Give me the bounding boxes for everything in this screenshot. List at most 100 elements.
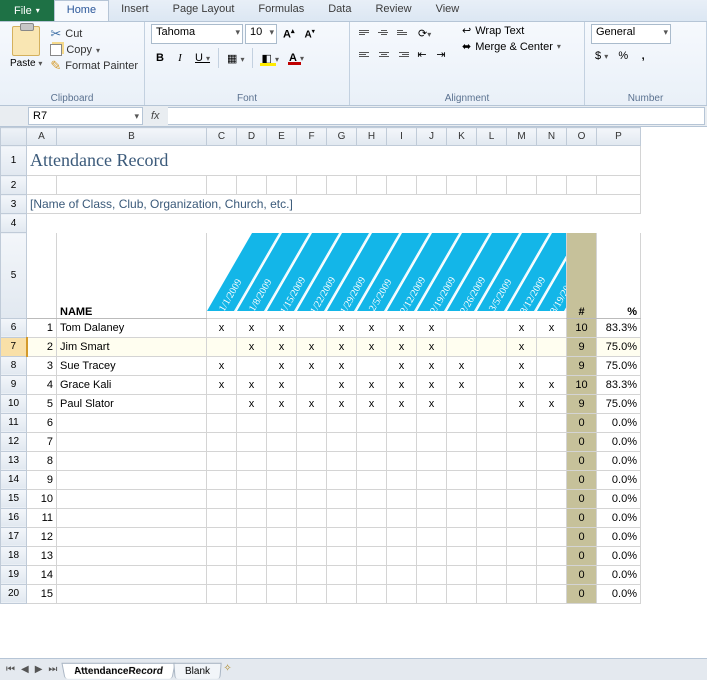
row-number[interactable]: 14 (27, 565, 57, 584)
cut-button[interactable]: ✂Cut (50, 26, 138, 42)
attendance-mark[interactable] (537, 356, 567, 375)
attendance-pct[interactable]: 0.0% (597, 508, 641, 527)
attendance-mark[interactable] (537, 432, 567, 451)
attendance-mark[interactable] (357, 584, 387, 603)
col-header[interactable]: P (597, 128, 641, 146)
attendance-mark[interactable]: x (507, 394, 537, 413)
attendance-mark[interactable] (297, 413, 327, 432)
attendance-count[interactable]: 0 (567, 489, 597, 508)
attendance-mark[interactable] (267, 451, 297, 470)
attendance-pct[interactable]: 0.0% (597, 432, 641, 451)
font-size-select[interactable]: 10 (245, 24, 277, 44)
attendance-mark[interactable]: x (207, 318, 237, 337)
attendance-count[interactable]: 9 (567, 394, 597, 413)
attendance-mark[interactable] (237, 565, 267, 584)
attendance-mark[interactable] (507, 508, 537, 527)
attendance-mark[interactable]: x (537, 375, 567, 394)
attendance-mark[interactable]: x (237, 375, 267, 394)
cell[interactable] (327, 214, 357, 233)
attendance-pct[interactable]: 0.0% (597, 489, 641, 508)
attendance-mark[interactable] (267, 527, 297, 546)
attendance-mark[interactable] (477, 565, 507, 584)
font-color-button[interactable]: A ▾ (285, 50, 308, 66)
attendance-mark[interactable]: x (417, 337, 447, 356)
attendance-mark[interactable] (297, 318, 327, 337)
row-header[interactable]: 11 (1, 413, 27, 432)
attendance-mark[interactable] (267, 432, 297, 451)
attendance-mark[interactable] (207, 470, 237, 489)
attendance-mark[interactable] (297, 451, 327, 470)
attendance-mark[interactable] (447, 527, 477, 546)
attendance-mark[interactable] (357, 413, 387, 432)
align-left-button[interactable] (356, 46, 374, 62)
tab-data[interactable]: Data (316, 0, 363, 21)
row-number[interactable]: 11 (27, 508, 57, 527)
attendance-mark[interactable] (387, 584, 417, 603)
attendance-mark[interactable] (507, 527, 537, 546)
attendance-mark[interactable]: x (357, 337, 387, 356)
attendance-mark[interactable] (477, 489, 507, 508)
cell[interactable] (237, 214, 267, 233)
attendance-mark[interactable] (537, 508, 567, 527)
col-header[interactable]: J (417, 128, 447, 146)
cell[interactable] (447, 214, 477, 233)
attendance-mark[interactable] (207, 546, 237, 565)
attendance-mark[interactable] (447, 470, 477, 489)
cell[interactable] (387, 176, 417, 195)
attendance-mark[interactable]: x (357, 375, 387, 394)
attendance-mark[interactable]: x (267, 337, 297, 356)
attendance-mark[interactable] (537, 470, 567, 489)
attendance-mark[interactable] (387, 565, 417, 584)
attendance-pct[interactable]: 75.0% (597, 337, 641, 356)
person-name[interactable] (57, 508, 207, 527)
col-header[interactable]: K (447, 128, 477, 146)
attendance-mark[interactable]: x (537, 318, 567, 337)
attendance-mark[interactable] (237, 508, 267, 527)
attendance-mark[interactable] (267, 489, 297, 508)
attendance-count[interactable]: 0 (567, 451, 597, 470)
sheet-tab-active[interactable]: AttendanceRecord (62, 662, 176, 678)
attendance-mark[interactable]: x (507, 337, 537, 356)
attendance-mark[interactable] (237, 470, 267, 489)
attendance-mark[interactable]: x (207, 375, 237, 394)
attendance-mark[interactable] (537, 527, 567, 546)
attendance-mark[interactable] (327, 546, 357, 565)
attendance-mark[interactable] (297, 470, 327, 489)
attendance-mark[interactable]: x (387, 356, 417, 375)
attendance-mark[interactable] (297, 527, 327, 546)
row-number[interactable]: 8 (27, 451, 57, 470)
cell[interactable] (537, 176, 567, 195)
attendance-mark[interactable] (237, 356, 267, 375)
underline-button[interactable]: U ▾ (191, 50, 214, 66)
align-top-button[interactable] (356, 24, 374, 40)
attendance-mark[interactable] (267, 565, 297, 584)
attendance-mark[interactable] (327, 584, 357, 603)
attendance-mark[interactable] (207, 451, 237, 470)
attendance-mark[interactable] (477, 508, 507, 527)
row-header[interactable]: 5 (1, 233, 27, 319)
pct-header[interactable]: % (597, 233, 641, 319)
tab-formulas[interactable]: Formulas (246, 0, 316, 21)
align-bottom-button[interactable] (394, 24, 412, 40)
col-header[interactable]: N (537, 128, 567, 146)
name-header[interactable]: NAME (57, 233, 207, 319)
attendance-mark[interactable] (537, 584, 567, 603)
attendance-mark[interactable] (387, 546, 417, 565)
attendance-mark[interactable] (447, 546, 477, 565)
row-number[interactable]: 4 (27, 375, 57, 394)
attendance-mark[interactable] (207, 489, 237, 508)
person-name[interactable] (57, 565, 207, 584)
row-header[interactable]: 19 (1, 565, 27, 584)
attendance-mark[interactable] (477, 432, 507, 451)
attendance-mark[interactable]: x (297, 394, 327, 413)
copy-button[interactable]: Copy ▾ (50, 44, 138, 56)
accounting-format-button[interactable]: $ ▾ (591, 48, 612, 64)
attendance-mark[interactable] (507, 451, 537, 470)
row-header[interactable]: 9 (1, 375, 27, 394)
cell[interactable] (27, 214, 57, 233)
attendance-count[interactable]: 0 (567, 508, 597, 527)
attendance-mark[interactable] (207, 394, 237, 413)
sheet-nav[interactable]: ⏮◀▶⏭ (0, 663, 63, 676)
attendance-mark[interactable]: x (537, 394, 567, 413)
attendance-mark[interactable] (447, 508, 477, 527)
